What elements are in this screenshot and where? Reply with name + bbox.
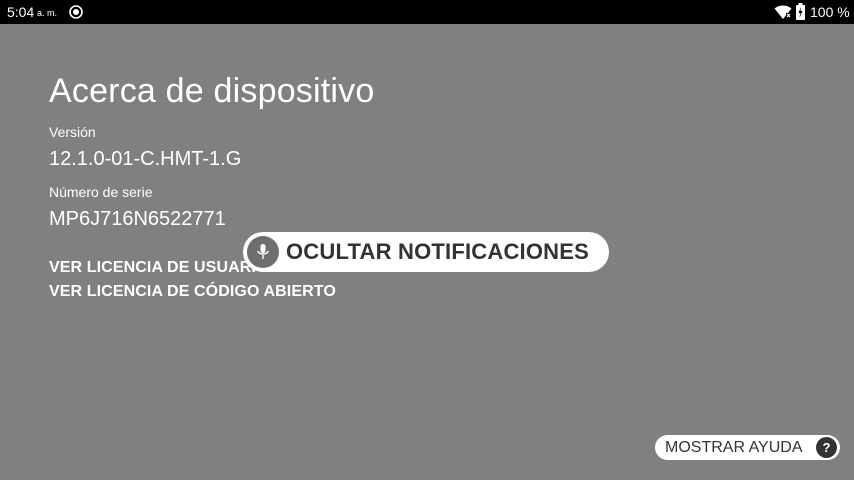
serial-value: MP6J716N6522771: [49, 208, 226, 230]
version-label: Versión: [49, 124, 96, 140]
version-value: 12.1.0-01-C.HMT-1.G: [49, 148, 242, 170]
microphone-icon: [247, 236, 279, 268]
hide-notifications-label: OCULTAR NOTIFICACIONES: [286, 239, 590, 264]
battery-icon: [796, 3, 805, 20]
status-time: 5:04: [7, 4, 35, 20]
serial-label: Número de serie: [49, 184, 153, 200]
status-bar: 5:04 a. m. 100 %: [0, 0, 854, 24]
open-source-license-link[interactable]: VER LICENCIA DE CÓDIGO ABIERTO: [49, 282, 336, 302]
wifi-icon: [774, 4, 792, 20]
status-dot-icon: [69, 5, 83, 19]
show-help-button[interactable]: MOSTRAR AYUDA ?: [655, 435, 840, 460]
show-help-label: MOSTRAR AYUDA: [665, 439, 803, 456]
help-icon: ?: [816, 437, 837, 458]
page-title: Acerca de dispositivo: [49, 72, 375, 110]
status-ampm: a. m.: [37, 8, 58, 18]
user-license-link[interactable]: VER LICENCIA DE USUARIO: [49, 258, 269, 278]
hide-notifications-voice-command[interactable]: OCULTAR NOTIFICACIONES: [243, 232, 609, 272]
battery-percent: 100 %: [810, 4, 850, 20]
